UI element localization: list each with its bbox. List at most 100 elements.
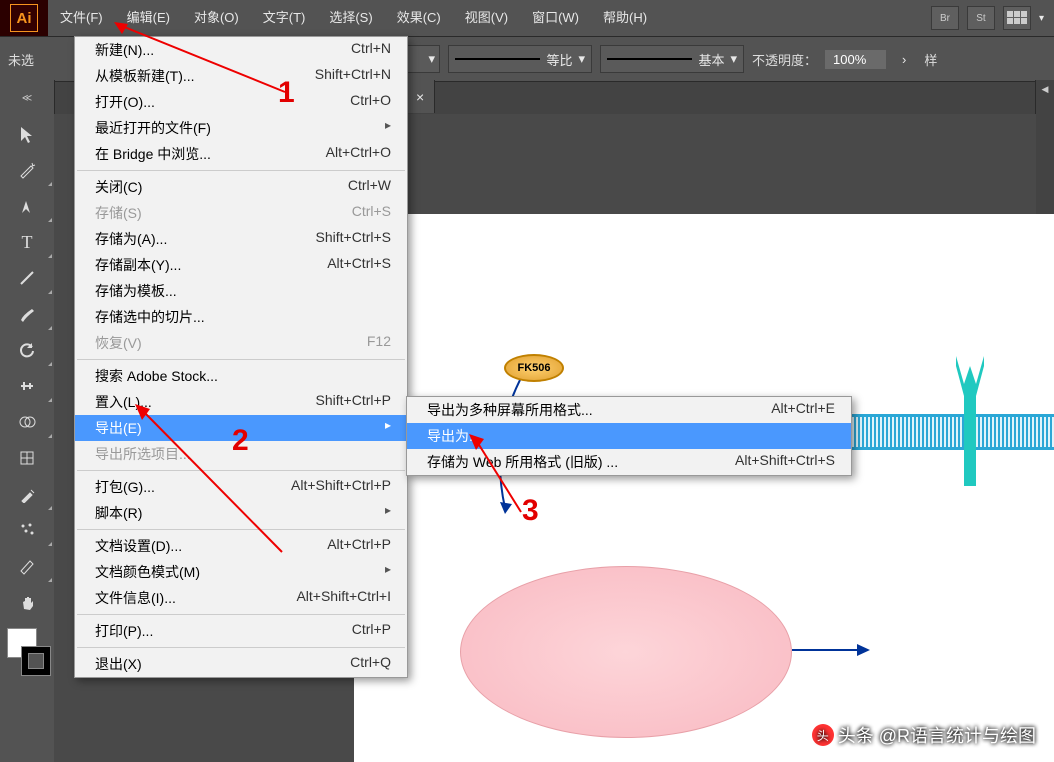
bridge-button[interactable]: Br — [931, 6, 959, 30]
menu-item[interactable]: 脚本(R) — [75, 500, 407, 526]
menu-help[interactable]: 帮助(H) — [591, 0, 659, 36]
menu-type[interactable]: 文字(T) — [251, 0, 318, 36]
menu-item-shortcut: Ctrl+S — [352, 203, 391, 223]
menu-item-label: 文档设置(D)... — [95, 536, 182, 556]
menu-item[interactable]: 关闭(C) Ctrl+W — [75, 174, 407, 200]
stroke-profile[interactable]: 等比 ▾ — [448, 45, 592, 73]
diagram-receptor — [946, 356, 994, 506]
menu-item[interactable]: 打包(G)... Alt+Shift+Ctrl+P — [75, 474, 407, 500]
symbol-sprayer-tool[interactable] — [0, 512, 54, 548]
menu-item-label: 打包(G)... — [95, 477, 155, 497]
pen-tool[interactable] — [0, 188, 54, 224]
mesh-tool[interactable] — [0, 440, 54, 476]
shape-builder-tool[interactable] — [0, 404, 54, 440]
menu-item-shortcut: Ctrl+N — [351, 40, 391, 60]
slice-tool[interactable] — [0, 548, 54, 584]
menu-item-shortcut: Ctrl+W — [348, 177, 391, 197]
menu-item[interactable]: 新建(N)...Ctrl+N — [75, 37, 407, 63]
brush-basic-label: 基本 — [698, 50, 724, 69]
menu-item-label: 打开(O)... — [95, 92, 155, 112]
menu-item-label: 文件信息(I)... — [95, 588, 176, 608]
menu-item-label: 退出(X) — [95, 654, 142, 674]
menubar: Ai 文件(F) 编辑(E) 对象(O) 文字(T) 选择(S) 效果(C) 视… — [0, 0, 1054, 37]
menu-item-shortcut: Ctrl+Q — [350, 654, 391, 674]
menu-object[interactable]: 对象(O) — [182, 0, 251, 36]
menu-item: 恢复(V)F12 — [75, 330, 407, 356]
opacity-label: 不透明度： — [752, 50, 817, 69]
submenu-item-shortcut: Alt+Ctrl+E — [771, 400, 835, 420]
stroke-swatch[interactable] — [21, 646, 51, 676]
menu-item[interactable]: 文件信息(I)...Alt+Shift+Ctrl+I — [75, 585, 407, 611]
menu-item-label: 导出(E) — [95, 418, 142, 438]
watermark: 头 头条 @R语言统计与绘图 — [812, 722, 1036, 748]
menu-item-label: 置入(L)... — [95, 392, 152, 412]
brush-definition[interactable]: 基本 ▾ — [600, 45, 744, 73]
menu-edit[interactable]: 编辑(E) — [115, 0, 182, 36]
menu-item[interactable]: 从模板新建(T)... Shift+Ctrl+N — [75, 63, 407, 89]
menu-item[interactable]: 搜索 Adobe Stock... — [75, 363, 407, 389]
opacity-value[interactable]: 100% — [825, 50, 886, 69]
opacity-more-icon[interactable]: › — [902, 52, 906, 67]
menu-item-label: 关闭(C) — [95, 177, 142, 197]
stroke-preview-icon — [455, 58, 540, 60]
menu-item[interactable]: 退出(X) Ctrl+Q — [75, 651, 407, 677]
menu-item-label: 脚本(R) — [95, 503, 142, 523]
menu-item-shortcut: Alt+Shift+Ctrl+P — [291, 477, 391, 497]
menu-separator — [77, 470, 405, 471]
menu-item-label: 打印(P)... — [95, 621, 153, 641]
menu-item[interactable]: 存储选中的切片... — [75, 304, 407, 330]
submenu-item[interactable]: 导出为... — [407, 423, 851, 449]
stock-button[interactable]: St — [967, 6, 995, 30]
collapse-left-icon[interactable]: ◀ — [1042, 84, 1049, 95]
magic-wand-tool[interactable] — [0, 152, 54, 188]
stroke-scale-label: 等比 — [546, 50, 572, 69]
menu-select[interactable]: 选择(S) — [317, 0, 384, 36]
type-tool[interactable]: T — [0, 224, 54, 260]
menu-item[interactable]: 置入(L)...Shift+Ctrl+P — [75, 389, 407, 415]
expand-icon[interactable]: ≪ — [0, 80, 54, 116]
rotate-tool[interactable] — [0, 332, 54, 368]
chevron-down-icon: ▾ — [428, 51, 435, 67]
menu-window[interactable]: 窗口(W) — [520, 0, 591, 36]
menu-item-label: 从模板新建(T)... — [95, 66, 195, 86]
submenu-item[interactable]: 存储为 Web 所用格式 (旧版) ...Alt+Shift+Ctrl+S — [407, 449, 851, 475]
menu-file[interactable]: 文件(F) — [48, 0, 115, 36]
menu-item[interactable]: 文档设置(D)... Alt+Ctrl+P — [75, 533, 407, 559]
diagram-fk506-label: FK506 — [504, 354, 564, 382]
menu-item[interactable]: 打开(O)...Ctrl+O — [75, 89, 407, 115]
paintbrush-tool[interactable] — [0, 296, 54, 332]
document-tab[interactable]: × — [406, 80, 435, 113]
menu-item-shortcut: Ctrl+P — [352, 621, 391, 641]
submenu-item[interactable]: 导出为多种屏幕所用格式...Alt+Ctrl+E — [407, 397, 851, 423]
eyedropper-tool[interactable] — [0, 476, 54, 512]
chevron-down-icon: ▾ — [578, 51, 585, 67]
tools-panel: ≪ T — [0, 80, 55, 762]
menu-item-label: 最近打开的文件(F) — [95, 118, 211, 138]
annotation-number-2: 2 — [232, 424, 249, 458]
line-tool[interactable] — [0, 260, 54, 296]
tab-close-icon[interactable]: × — [416, 89, 424, 105]
menu-item[interactable]: 最近打开的文件(F) — [75, 115, 407, 141]
hand-tool[interactable] — [0, 584, 54, 620]
menu-effect[interactable]: 效果(C) — [385, 0, 453, 36]
menu-item-label: 文档颜色模式(M) — [95, 562, 200, 582]
menu-item[interactable]: 存储为(A)...Shift+Ctrl+S — [75, 226, 407, 252]
menu-view[interactable]: 视图(V) — [453, 0, 520, 36]
workspace-dropdown-icon[interactable]: ▾ — [1039, 13, 1044, 24]
menu-item[interactable]: 在 Bridge 中浏览...Alt+Ctrl+O — [75, 141, 407, 167]
workspace-button[interactable] — [1003, 6, 1031, 30]
menu-separator — [77, 647, 405, 648]
menu-item-shortcut: Alt+Ctrl+S — [327, 255, 391, 275]
menu-item[interactable]: 文档颜色模式(M) — [75, 559, 407, 585]
submenu-item-label: 存储为 Web 所用格式 (旧版) ... — [427, 452, 618, 472]
menu-item-shortcut: Alt+Ctrl+P — [327, 536, 391, 556]
menu-item-shortcut: Shift+Ctrl+N — [315, 66, 391, 86]
workspace-icon — [1007, 11, 1027, 25]
width-tool[interactable] — [0, 368, 54, 404]
menu-item[interactable]: 存储为模板... — [75, 278, 407, 304]
menu-item[interactable]: 打印(P)... Ctrl+P — [75, 618, 407, 644]
menu-item-label: 导出所选项目... — [95, 444, 191, 464]
menu-item[interactable]: 存储副本(Y)...Alt+Ctrl+S — [75, 252, 407, 278]
color-swatches[interactable] — [3, 628, 51, 676]
selection-tool[interactable] — [0, 116, 54, 152]
